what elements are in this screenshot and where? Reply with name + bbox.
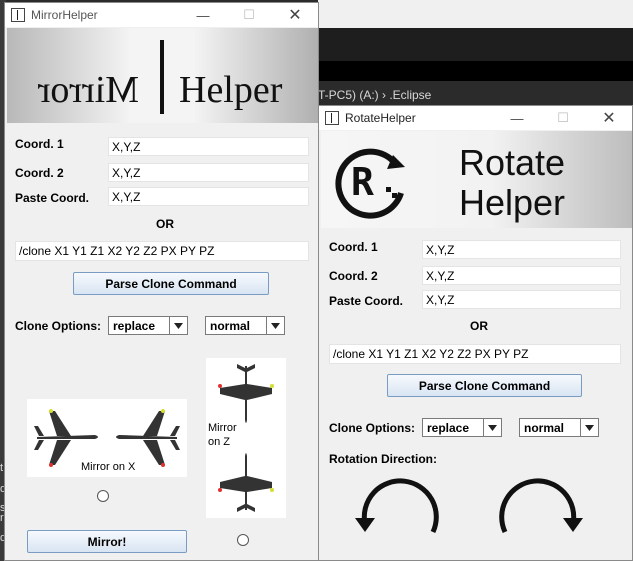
mirror-titlebar[interactable]: MirrorHelper — ☐ ✕ xyxy=(5,3,318,27)
coord2-input[interactable]: X,Y,Z xyxy=(108,163,309,182)
mirror-helper-window: MirrorHelper — ☐ ✕ Mirror Helper Coord. … xyxy=(4,2,319,561)
background-explorer-path: T-PC5) (A:) › .Eclipse xyxy=(318,88,432,102)
rotate-banner-line1: Rotate xyxy=(459,142,565,183)
close-button[interactable]: ✕ xyxy=(272,3,318,27)
mask-mode-select[interactable]: replace xyxy=(108,316,188,335)
svg-text:R: R xyxy=(351,160,374,204)
minimize-button[interactable]: — xyxy=(494,106,540,130)
mirror-z-image: Mirror on Z xyxy=(206,358,286,518)
mirror-z-caption-line2: on Z xyxy=(208,436,231,448)
rotation-direction-label: Rotation Direction: xyxy=(329,452,437,466)
chevron-down-icon xyxy=(169,317,187,334)
minimize-button[interactable]: — xyxy=(180,3,226,27)
coord1-label: Coord. 1 xyxy=(329,240,378,254)
rotate-clockwise-icon[interactable] xyxy=(495,478,585,561)
coord2-label: Coord. 2 xyxy=(329,269,378,283)
close-button[interactable]: ✕ xyxy=(586,106,632,130)
mask-mode-select[interactable]: replace xyxy=(422,418,502,437)
mirror-banner-left-text: Mirror xyxy=(37,69,139,111)
clone-mode-value: normal xyxy=(210,318,251,333)
chevron-down-icon xyxy=(266,317,284,334)
clone-options-label: Clone Options: xyxy=(329,421,415,435)
mirror-z-radio[interactable] xyxy=(237,534,249,546)
mirror-x-caption: Mirror on X xyxy=(81,461,136,473)
clone-mode-select[interactable]: normal xyxy=(205,316,285,335)
clone-command-input[interactable]: /clone X1 Y1 Z1 X2 Y2 Z2 PX PY PZ xyxy=(15,241,309,261)
background-window-titlebar xyxy=(318,0,633,28)
clone-options-label: Clone Options: xyxy=(15,319,101,333)
coord1-input[interactable]: X,Y,Z xyxy=(422,240,621,259)
background-toolbar xyxy=(318,28,633,61)
mirror-x-image: Mirror on X xyxy=(27,399,187,477)
parse-clone-command-button[interactable]: Parse Clone Command xyxy=(387,374,582,397)
rotate-titlebar[interactable]: RotateHelper — ☐ ✕ xyxy=(319,106,632,130)
rotate-banner: R Rotate Helper xyxy=(321,131,632,228)
mirror-button[interactable]: Mirror! xyxy=(27,530,187,553)
mask-mode-value: replace xyxy=(427,420,470,435)
background-address-bar xyxy=(318,61,633,81)
mirror-app-icon xyxy=(11,8,25,22)
mirror-banner: Mirror Helper xyxy=(7,28,318,123)
coord1-label: Coord. 1 xyxy=(15,137,64,151)
paste-coord-input[interactable]: X,Y,Z xyxy=(422,290,621,309)
paste-coord-input[interactable]: X,Y,Z xyxy=(108,187,309,206)
coord2-input[interactable]: X,Y,Z xyxy=(422,266,621,285)
mirror-banner-logo: Mirror Helper xyxy=(37,40,283,114)
rotate-window-title: RotateHelper xyxy=(345,111,416,125)
or-label: OR xyxy=(156,217,174,231)
mask-mode-value: replace xyxy=(113,318,156,333)
mirror-divider xyxy=(160,40,164,114)
mirror-z-caption-line1: Mirror xyxy=(208,422,237,434)
rotate-banner-logo: R Rotate Helper xyxy=(335,142,565,223)
coord2-label: Coord. 2 xyxy=(15,166,64,180)
rotate-helper-window: RotateHelper — ☐ ✕ R Rotate Helper Coord… xyxy=(318,105,633,561)
rotate-banner-line2: Helper xyxy=(459,182,565,223)
rotate-logo-icon: R xyxy=(335,148,405,219)
maximize-button[interactable]: ☐ xyxy=(540,106,586,130)
paste-coord-label: Paste Coord. xyxy=(329,294,404,308)
mirror-window-title: MirrorHelper xyxy=(31,8,98,22)
rotate-app-icon xyxy=(325,111,339,125)
coord1-input[interactable]: X,Y,Z xyxy=(108,137,309,156)
clone-mode-value: normal xyxy=(524,420,565,435)
clone-command-input[interactable]: /clone X1 Y1 Z1 X2 Y2 Z2 PX PY PZ xyxy=(329,344,621,364)
chevron-down-icon xyxy=(580,419,598,436)
paste-coord-label: Paste Coord. xyxy=(15,191,90,205)
maximize-button[interactable]: ☐ xyxy=(226,3,272,27)
mirror-x-radio[interactable] xyxy=(97,490,109,502)
clone-mode-select[interactable]: normal xyxy=(519,418,599,437)
chevron-down-icon xyxy=(483,419,501,436)
parse-clone-command-button[interactable]: Parse Clone Command xyxy=(73,272,269,295)
mirror-banner-right-text: Helper xyxy=(179,69,283,111)
or-label: OR xyxy=(470,319,488,333)
rotate-counterclockwise-icon[interactable] xyxy=(353,478,443,561)
